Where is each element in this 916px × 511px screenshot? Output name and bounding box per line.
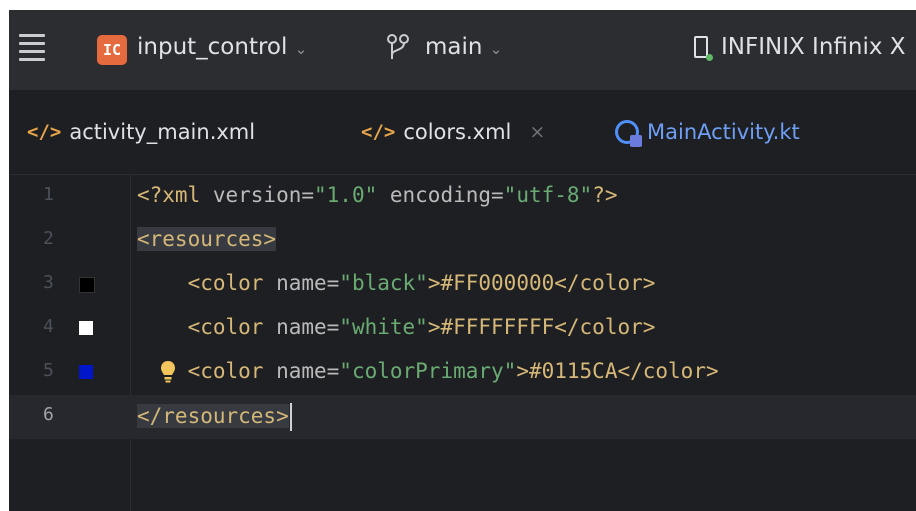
chevron-down-icon: ⌄ [489, 40, 503, 58]
line-number: 1 [43, 184, 54, 205]
branch-name: main [425, 34, 483, 60]
hamburger-menu-icon[interactable] [19, 34, 45, 62]
tab-label: MainActivity.kt [647, 120, 800, 144]
line-number: 2 [43, 228, 54, 249]
code-line: 2 <resources> [9, 219, 916, 263]
main-toolbar: IC input_control ⌄ main ⌄ INFINIX Infini… [9, 10, 916, 90]
git-branch-icon [387, 34, 409, 59]
code-editor[interactable]: 1 <?xml version="1.0" encoding="utf-8"?>… [9, 175, 916, 511]
tab-colors-xml[interactable]: </> colors.xml × [361, 90, 545, 174]
close-icon[interactable]: × [529, 121, 545, 143]
project-badge[interactable]: IC [97, 35, 127, 65]
code-line: 5 <color name="colorPrimary">#0115CA</co… [9, 351, 916, 395]
code-text: <color name="colorPrimary">#0115CA</colo… [187, 359, 719, 383]
code-line: 4 <color name="white">#FFFFFFFF</color> [9, 307, 916, 351]
ide-window: IC input_control ⌄ main ⌄ INFINIX Infini… [9, 10, 916, 511]
tab-activity-main-xml[interactable]: </> activity_main.xml [27, 90, 255, 174]
kotlin-class-icon [615, 120, 642, 147]
code-text: <resources> [137, 227, 277, 251]
line-number: 4 [43, 316, 54, 337]
device-selector[interactable]: INFINIX Infinix X [721, 34, 906, 60]
line-number: 5 [43, 360, 54, 381]
xml-file-icon: </> [361, 121, 396, 143]
code-text: <?xml version="1.0" encoding="utf-8"?> [137, 183, 618, 207]
code-line-current: 6 </resources> [9, 395, 916, 439]
editor-tabs: </> activity_main.xml </> colors.xml × M… [9, 90, 916, 253]
tab-label: activity_main.xml [69, 120, 256, 144]
branch-selector[interactable]: main ⌄ [425, 34, 502, 60]
code-line: 1 <?xml version="1.0" encoding="utf-8"?> [9, 175, 916, 219]
text-caret [289, 403, 292, 431]
code-text: <color name="black">#FF000000</color> [187, 271, 656, 295]
code-line: 3 <color name="black">#FF000000</color> [9, 263, 916, 307]
device-status-dot [706, 54, 713, 61]
code-text: <color name="white">#FFFFFFFF</color> [187, 315, 656, 339]
tab-label: colors.xml [403, 120, 512, 144]
chevron-down-icon: ⌄ [294, 40, 308, 58]
color-swatch-white[interactable] [79, 321, 93, 335]
line-number: 3 [43, 272, 54, 293]
xml-file-icon: </> [27, 121, 62, 143]
project-selector[interactable]: input_control ⌄ [137, 34, 307, 60]
code-text: </resources> [137, 403, 292, 431]
project-name: input_control [137, 34, 288, 60]
color-swatch-black[interactable] [79, 277, 95, 293]
tab-mainactivity-kt[interactable]: MainActivity.kt [615, 90, 800, 174]
line-number: 6 [43, 404, 54, 425]
color-swatch-primary[interactable] [79, 365, 93, 379]
